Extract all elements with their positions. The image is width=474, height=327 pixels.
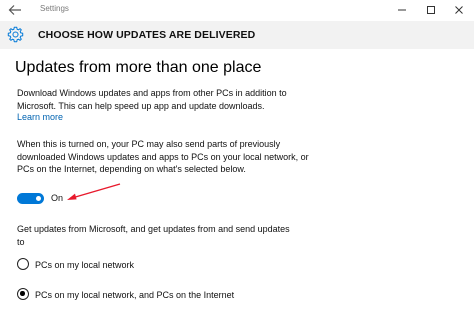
delivery-optimization-toggle[interactable] — [17, 193, 44, 204]
info-text: When this is turned on, your PC may also… — [17, 139, 309, 174]
maximize-icon[interactable] — [424, 3, 438, 17]
close-icon[interactable] — [452, 3, 466, 17]
radio-local-network-label[interactable]: PCs on my local network — [35, 260, 134, 270]
title-bar: Settings — [0, 0, 474, 20]
radio-selected-dot — [20, 291, 25, 296]
toggle-knob — [36, 196, 41, 201]
app-title: Settings — [40, 4, 69, 13]
radio-local-and-internet-label[interactable]: PCs on my local network, and PCs on the … — [35, 290, 234, 300]
header-title: CHOOSE HOW UPDATES ARE DELIVERED — [38, 29, 256, 41]
radio-local-and-internet[interactable] — [17, 288, 29, 300]
description-text: Download Windows updates and apps from o… — [17, 88, 287, 111]
source-prompt-text: Get updates from Microsoft, and get upda… — [17, 224, 290, 247]
page-header: CHOOSE HOW UPDATES ARE DELIVERED — [0, 21, 474, 49]
annotation-arrow-icon — [67, 183, 121, 200]
gear-icon — [7, 26, 24, 43]
page-title: Updates from more than one place — [15, 59, 262, 76]
minimize-icon[interactable] — [395, 3, 409, 17]
radio-local-network[interactable] — [17, 258, 29, 270]
back-arrow-icon[interactable] — [7, 3, 23, 17]
toggle-state-label: On — [51, 193, 64, 203]
learn-more-link[interactable]: Learn more — [17, 112, 63, 122]
